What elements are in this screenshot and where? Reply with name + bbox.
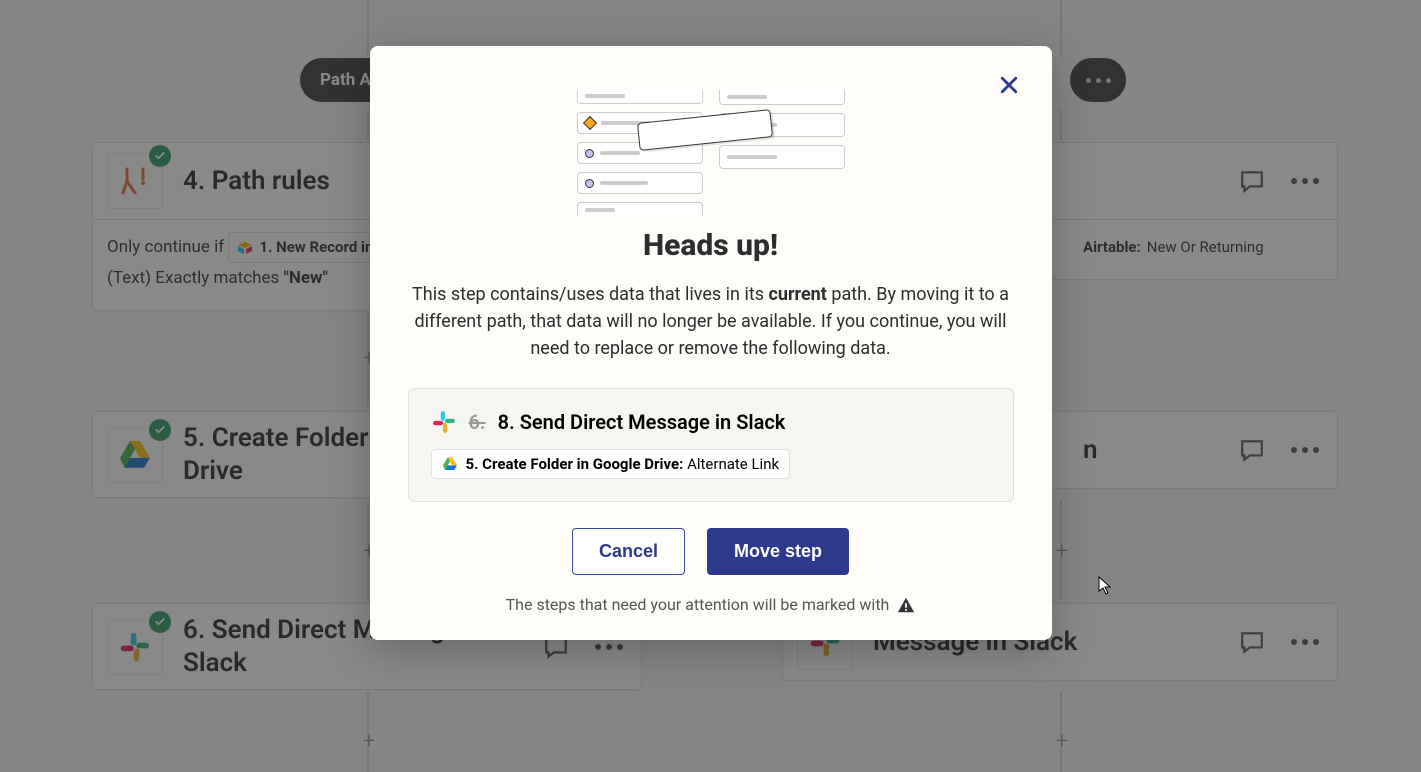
slack-icon	[431, 409, 457, 435]
warning-icon	[897, 596, 915, 614]
modal-footer-note: The steps that need your attention will …	[408, 595, 1014, 614]
heads-up-modal: Heads up! This step contains/uses data t…	[370, 46, 1052, 640]
modal-title: Heads up!	[408, 228, 1014, 263]
move-step-illustration	[408, 76, 1014, 216]
modal-description: This step contains/uses data that lives …	[408, 281, 1014, 362]
modal-overlay: Heads up! This step contains/uses data t…	[0, 0, 1421, 772]
affected-step-title: 8. Send Direct Message in Slack	[498, 410, 786, 434]
affected-steps-box: 6. 8. Send Direct Message in Slack 5. Cr…	[408, 388, 1014, 502]
cancel-button[interactable]: Cancel	[572, 528, 685, 575]
move-step-button[interactable]: Move step	[707, 528, 849, 575]
old-step-number: 6.	[469, 410, 486, 434]
affected-field-token: 5. Create Folder in Google Drive: Altern…	[431, 449, 791, 479]
google-drive-icon	[442, 456, 458, 472]
